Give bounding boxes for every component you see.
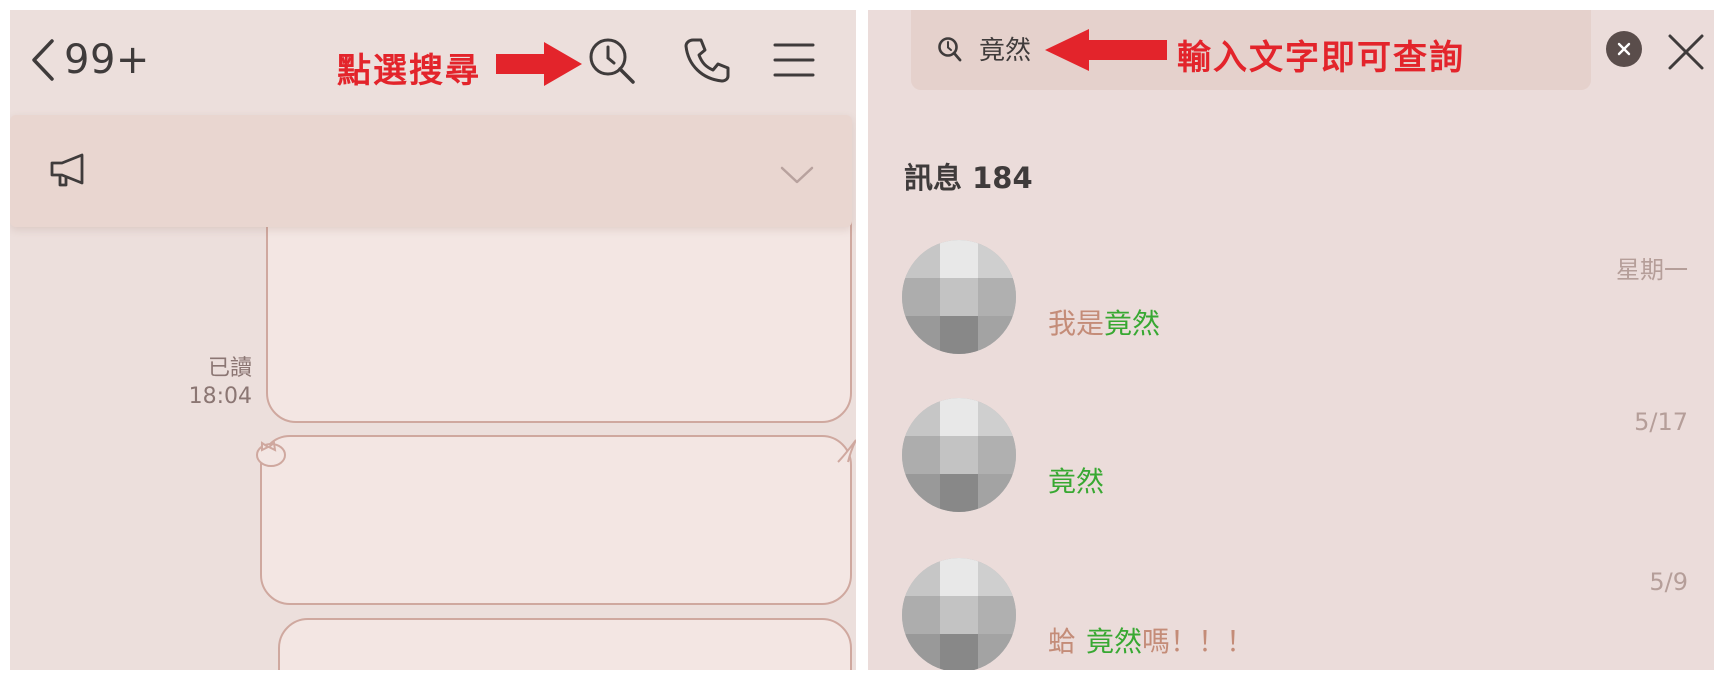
- search-icon[interactable]: [586, 35, 638, 87]
- megaphone-icon: [50, 153, 84, 187]
- read-time: 18:04: [188, 384, 252, 409]
- annotation-arrow-left-icon: [1045, 29, 1167, 71]
- chat-screen: 99+ 點選搜尋 已讀 18:04: [10, 10, 856, 670]
- result-snippet: 竟然: [1048, 460, 1104, 500]
- close-icon: [1617, 42, 1631, 56]
- search-query-text: 竟然: [979, 36, 1032, 66]
- chat-bubble: [278, 618, 852, 670]
- bubble-tail-icon: [837, 439, 856, 463]
- menu-icon[interactable]: [772, 35, 816, 85]
- annotation-type-to-search: 輸入文字即可查詢: [1177, 38, 1465, 78]
- chat-bubble: [260, 435, 852, 605]
- snippet-highlight: 竟然: [1086, 625, 1143, 658]
- unread-count: 99+: [64, 37, 150, 83]
- messages-section-title: 訊息 184: [904, 161, 1033, 195]
- search-result-item[interactable]: 5/9 蛤竟然嗎！！！: [868, 548, 1714, 670]
- result-date: 星期一: [1616, 256, 1688, 284]
- read-status: 已讀 18:04: [189, 355, 252, 411]
- back-chevron-icon: [32, 39, 54, 81]
- result-date: 5/9: [1649, 568, 1688, 596]
- search-input[interactable]: 竟然 輸入文字即可查詢: [911, 10, 1642, 90]
- search-result-item[interactable]: 5/17 竟然: [868, 388, 1714, 518]
- back-button[interactable]: 99+: [28, 30, 168, 90]
- annotation-arrow-right-icon: [496, 42, 582, 86]
- avatar: [902, 240, 1016, 354]
- avatar: [902, 398, 1016, 512]
- snippet-highlight: 竟然: [1104, 307, 1161, 340]
- chevron-down-icon[interactable]: [780, 165, 814, 185]
- result-date: 5/17: [1634, 408, 1688, 436]
- phone-icon[interactable]: [682, 35, 732, 85]
- snippet-text: 嗎！！！: [1142, 625, 1255, 658]
- close-icon[interactable]: [1666, 32, 1706, 72]
- read-label: 已讀: [207, 356, 252, 381]
- snippet-text: 我是: [1048, 307, 1105, 340]
- screenshot-composite: 99+ 點選搜尋 已讀 18:04 竟然 輸入文字即可查詢 訊息 184 星期一…: [0, 0, 1722, 679]
- avatar: [902, 558, 1016, 670]
- clear-search-button[interactable]: [1606, 31, 1642, 67]
- result-snippet: 蛤竟然嗎！！！: [1048, 620, 1254, 660]
- search-screen: 竟然 輸入文字即可查詢 訊息 184 星期一 我是竟然 5/17 竟然 5/9 …: [868, 10, 1714, 670]
- bubble-bow-icon: [256, 441, 286, 467]
- result-snippet: 我是竟然: [1048, 302, 1160, 342]
- search-icon: [938, 37, 962, 62]
- snippet-highlight: 竟然: [1048, 465, 1105, 498]
- snippet-text: 蛤: [1048, 625, 1077, 658]
- announcement-bar[interactable]: [10, 115, 852, 227]
- annotation-tap-search: 點選搜尋: [337, 51, 481, 91]
- search-result-item[interactable]: 星期一 我是竟然: [868, 230, 1714, 360]
